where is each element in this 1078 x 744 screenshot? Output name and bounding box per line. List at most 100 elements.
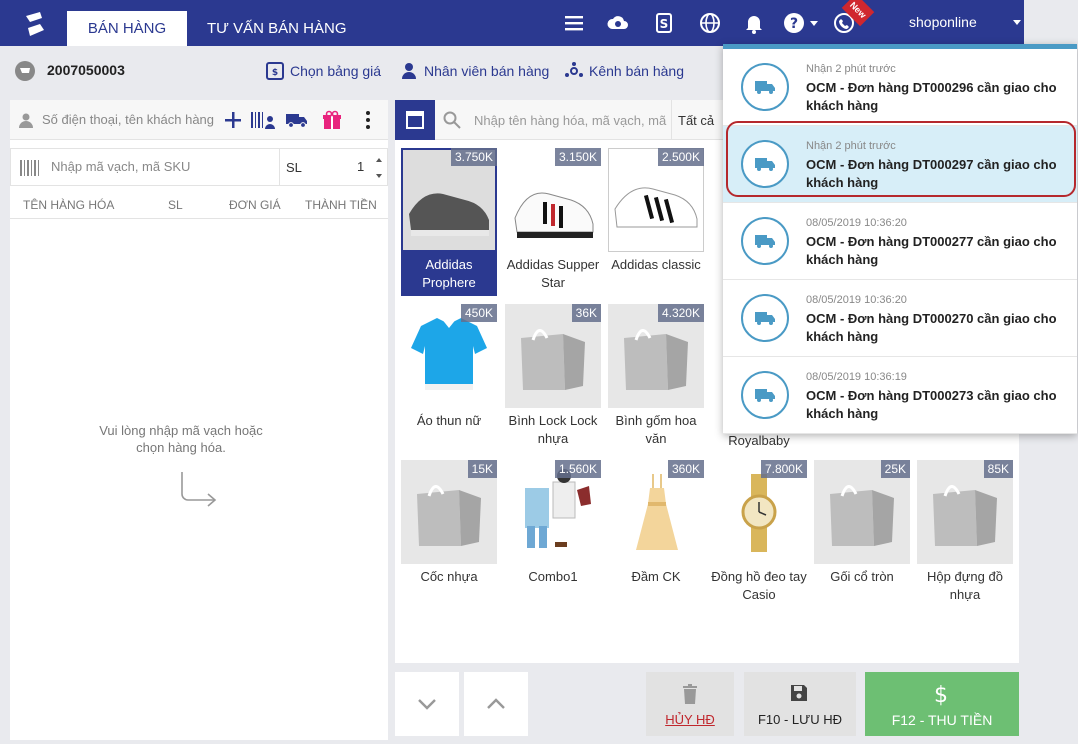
column-header-unit-price: ĐƠN GIÁ [229,198,281,212]
save-order-button[interactable]: F10 - LƯU HĐ [744,672,856,736]
product-card[interactable]: 3.150K Addidas Supper Star [505,148,601,298]
scroll-up-button[interactable] [464,672,528,736]
scroll-down-button[interactable] [395,672,459,736]
category-filter[interactable]: Tất cả [678,113,714,128]
cancel-order-label: HỦY HĐ [665,712,715,727]
grid-view-button[interactable] [395,100,435,140]
product-name: Gối cổ tròn [830,569,894,584]
customer-search-input[interactable]: Số điện thoại, tên khách hàng [42,112,214,127]
product-price: 4.320K [657,304,704,322]
save-icon [791,685,807,701]
notification-text: OCM - Đơn hàng DT000277 cần giao cho khá… [806,234,1057,267]
cashbook-icon[interactable]: S [652,11,676,35]
bell-icon[interactable] [742,11,766,35]
sku-row: Nhập mã vạch, mã SKU SL 1 [10,148,388,186]
product-name: Đồng hồ đeo tay Casio [711,569,807,602]
product-card[interactable]: 85K Hộp đựng đồ nhựa [917,460,1013,610]
product-price: 36K [571,304,601,322]
product-card[interactable]: 360K Đầm CK [608,460,704,610]
trash-icon [683,684,697,704]
price-list-icon: $ [266,62,284,80]
product-card[interactable]: 3.750K Addidas Prophere [401,148,497,298]
help-caret-icon[interactable] [810,21,818,26]
product-price: 15K [467,460,497,478]
price-list-button[interactable]: $ Chọn bảng giá [266,62,381,80]
product-name: Bình Lock Lock nhựa [508,413,598,446]
delivery-truck-icon [741,371,789,419]
cancel-order-button[interactable]: HỦY HĐ [646,672,734,736]
sales-staff-label: Nhân viên bán hàng [424,63,550,79]
layout-icon [406,111,424,129]
product-price: 450K [460,304,497,322]
search-icon [443,111,461,129]
notification-text: OCM - Đơn hàng DT000296 cần giao cho khá… [806,80,1057,113]
help-icon[interactable]: ? [782,11,806,35]
username[interactable]: shoponline [909,14,977,30]
svg-text:$: $ [272,68,278,78]
product-name: Addidas Prophere [401,252,497,296]
product-name: Combo1 [528,569,578,584]
divider [10,218,388,219]
cloud-sync-icon[interactable] [606,11,630,35]
column-header-name: TÊN HÀNG HÓA [23,198,115,212]
more-options-icon[interactable] [362,110,374,130]
tab-sales[interactable]: BÁN HÀNG [67,11,187,46]
product-card[interactable]: 36K Bình Lock Lock nhựa [505,304,601,454]
cart-icon [15,61,35,81]
save-order-label: F10 - LƯU HĐ [757,712,843,727]
chevron-down-icon [418,699,436,710]
app-logo-icon[interactable] [20,10,50,38]
user-caret-icon[interactable] [1013,20,1021,25]
notification-item[interactable]: 08/05/2019 10:36:20 OCM - Đơn hàng DT000… [723,280,1077,357]
product-card[interactable]: 15K Cốc nhựa [401,460,497,610]
notification-item[interactable]: 08/05/2019 10:36:20 OCM - Đơn hàng DT000… [723,203,1077,280]
product-price: 3.150K [554,148,601,166]
product-name: Bình gốm hoa văn [615,413,697,446]
divider [671,100,672,140]
product-search-input[interactable]: Nhập tên hàng hóa, mã vạch, mã [474,113,666,128]
gift-icon[interactable] [322,110,342,130]
pay-label: F12 - THU TIỀN [891,712,993,728]
svg-text:S: S [660,17,669,31]
barcode-customer-icon[interactable] [250,110,276,130]
menu-icon[interactable] [562,11,586,35]
globe-icon[interactable] [698,11,722,35]
quantity-stepper-icon[interactable] [375,155,383,181]
sku-search-input[interactable]: Nhập mã vạch, mã SKU [51,159,190,174]
chevron-up-icon [487,698,505,709]
notification-time: Nhận 2 phút trước [806,63,896,75]
notification-time: 08/05/2019 10:36:20 [806,217,907,229]
product-price: 7.800K [760,460,807,478]
notification-text: OCM - Đơn hàng DT000273 cần giao cho khá… [806,388,1057,421]
product-name: Royalbaby [728,433,790,448]
svg-text:$: $ [934,683,948,706]
notification-item[interactable]: 08/05/2019 10:36:19 OCM - Đơn hàng DT000… [723,357,1077,434]
quantity-input[interactable]: 1 [357,159,364,174]
sales-channel-button[interactable]: Kênh bán hàng [565,62,684,80]
product-card[interactable]: 4.320K Bình gốm hoa văn [608,304,704,454]
notification-item[interactable]: Nhận 2 phút trước OCM - Đơn hàng DT00029… [723,49,1077,126]
highlight-ring [726,121,1076,197]
staff-icon [402,63,416,79]
product-name: Áo thun nữ [416,413,482,428]
product-card[interactable]: 1.560K Combo1 [505,460,601,610]
barcode-icon [20,160,39,176]
product-price: 85K [983,460,1013,478]
product-card[interactable]: 450K Áo thun nữ [401,304,497,454]
product-price: 360K [667,460,704,478]
product-price: 2.500K [657,148,704,166]
product-card[interactable]: 7.800K Đồng hồ đeo tay Casio [711,460,807,610]
tab-sales-consulting[interactable]: TƯ VẤN BÁN HÀNG [207,11,347,46]
notification-time: 08/05/2019 10:36:20 [806,294,907,306]
channel-icon [565,62,583,77]
pay-button[interactable]: $ F12 - THU TIỀN [865,672,1019,736]
sales-staff-button[interactable]: Nhân viên bán hàng [400,62,549,80]
product-card[interactable]: 2.500K Addidas classic [608,148,704,298]
product-card[interactable]: 25K Gối cổ tròn [814,460,910,610]
add-customer-icon[interactable] [224,111,242,129]
product-name: Cốc nhựa [420,569,478,584]
delivery-truck-icon[interactable] [286,112,308,128]
product-price: 3.750K [450,148,497,166]
delivery-truck-icon [741,217,789,265]
svg-text:?: ? [790,16,798,32]
